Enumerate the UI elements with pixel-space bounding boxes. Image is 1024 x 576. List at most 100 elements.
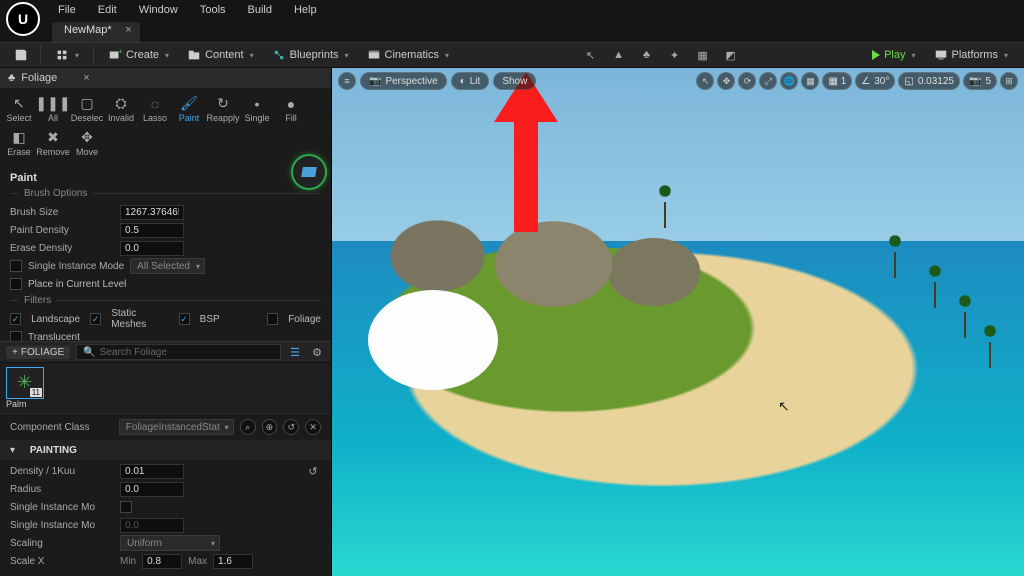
menu-edit[interactable]: Edit [88,2,127,18]
fracture-mode-icon[interactable]: ▦ [690,45,716,65]
palm-tree [962,298,968,338]
paint-density-input[interactable] [120,223,184,238]
rotate-gizmo-icon[interactable]: ⟳ [738,72,756,90]
select-gizmo-icon[interactable]: ↖ [696,72,714,90]
camera-speed-button[interactable]: 📷 5 [963,72,997,90]
scalex-min-input[interactable] [142,554,182,569]
blueprints-button[interactable]: Blueprints▾ [264,46,357,64]
mesh-paint-icon[interactable]: ✦ [662,45,688,65]
radius-input[interactable] [120,482,184,497]
viewport-menu-button[interactable]: ≡ [338,72,356,90]
content-button[interactable]: Content▾ [179,46,262,64]
show-button[interactable]: Show [493,72,536,90]
panel-title: Foliage [21,72,57,84]
menu-build[interactable]: Build [238,2,282,18]
brush-size-input[interactable] [120,205,184,220]
lit-button[interactable]: ◐Lit [451,72,490,90]
paint-properties: Paint Brush Options Brush Size Paint Den… [0,164,331,341]
tool-single[interactable]: •Single [240,92,274,126]
reset-icon[interactable]: ↺ [283,419,299,435]
perspective-button[interactable]: 📷Perspective [360,72,447,90]
main-toolbar: ▾ +Create▾ Content▾ Blueprints▾ Cinemati… [0,42,1024,68]
cinematics-label: Cinematics [385,49,439,61]
single-instance-check[interactable] [10,260,22,272]
foliage-asset-row: ✳11 Palm [0,363,331,413]
maximize-icon[interactable]: ⊞ [1000,72,1018,90]
tab-newmap[interactable]: NewMap* × [52,22,140,42]
cinematics-button[interactable]: Cinematics▾ [359,46,457,64]
painting-section-label[interactable]: PAINTING [30,445,77,456]
menu-help[interactable]: Help [284,2,327,18]
foliage-thumb-palm[interactable]: ✳11 Palm [6,367,44,409]
tool-reapply[interactable]: ↻Reapply [206,92,240,126]
viewport[interactable]: ↖ ≡ 📷Perspective ◐Lit Show ↖ ✥ ⟳ ⤢ 🌐 ▦ ▦… [332,68,1024,576]
close-icon[interactable]: × [125,24,131,36]
coord-space-icon[interactable]: 🌐 [780,72,798,90]
filter-static-check[interactable] [90,313,101,325]
scalex-max-input[interactable] [213,554,253,569]
tool-remove[interactable]: ✖Remove [36,126,70,160]
select-mode-icon[interactable]: ↖ [578,45,604,65]
single-instance-dropdown[interactable]: All Selected [130,258,205,274]
tool-fill[interactable]: ●Fill [274,92,308,126]
play-button[interactable]: Play▾ [864,47,923,63]
use-icon[interactable]: ⊕ [262,419,278,435]
menu-file[interactable]: File [48,2,86,18]
paint-brush-preview [368,290,498,390]
gear-icon[interactable]: ⚙ [309,344,325,360]
filter-bsp-check[interactable] [179,313,190,325]
reset-density-icon[interactable]: ↺ [305,463,321,479]
filter-bsp-label: BSP [200,314,220,325]
tool-select[interactable]: ↖Select [2,92,36,126]
paint-density-label: Paint Density [10,225,114,236]
place-current-check[interactable] [10,278,22,290]
tool-lasso[interactable]: ◌Lasso [138,92,172,126]
tool-invalid[interactable]: ⛭Invalid [104,92,138,126]
create-button[interactable]: +Create▾ [100,46,177,64]
filter-landscape-check[interactable] [10,313,21,325]
platforms-button[interactable]: Platforms▾ [926,46,1016,64]
single-mode-label2: Single Instance Mo [10,520,114,531]
scaling-label: Scaling [10,538,114,549]
erase-density-input[interactable] [120,241,184,256]
density-input[interactable] [120,464,184,479]
modes-button[interactable]: ▾ [47,46,87,64]
tool-deselect[interactable]: ▢Deselec [70,92,104,126]
platforms-label: Platforms [952,49,998,61]
menu-window[interactable]: Window [129,2,188,18]
foliage-type-ring[interactable] [293,156,325,188]
landscape-mode-icon[interactable]: ▲ [606,45,632,65]
brush-mode-icon[interactable]: ◩ [718,45,744,65]
grid-snap-button[interactable]: ▦ 1 [822,72,852,90]
angle-snap-button[interactable]: ∠ 30° [855,72,895,90]
component-class-dropdown[interactable]: FoliageInstancedStat [119,419,234,435]
add-foliage-button[interactable]: + FOLIAGE [6,346,70,359]
tool-paint[interactable]: 🖌Paint [172,92,206,126]
single-mode-check[interactable] [120,501,132,513]
min-label: Min [120,556,136,567]
single-mode-input [120,518,184,533]
single-mode-label: Single Instance Mo [10,502,114,513]
browse-icon[interactable]: ⌕ [240,419,256,435]
save-button[interactable] [8,45,34,65]
filter-foliage-check[interactable] [267,313,278,325]
search-foliage-input[interactable]: 🔍Search Foliage [76,344,281,360]
paint-header: Paint [10,172,321,184]
camera-icon: 📷 [369,76,381,87]
single-instance-label: Single Instance Mode [28,261,124,272]
close-panel-icon[interactable]: × [83,72,89,84]
scale-snap-button[interactable]: ◱ 0.03125 [898,72,960,90]
tool-all[interactable]: ❚❚❚All [36,92,70,126]
filter-translucent-check[interactable] [10,331,22,341]
foliage-mode-icon[interactable]: ♣ [634,45,660,65]
scaling-dropdown[interactable]: Uniform [120,535,220,551]
clear-icon[interactable]: ✕ [305,419,321,435]
translate-gizmo-icon[interactable]: ✥ [717,72,735,90]
menu-tools[interactable]: Tools [190,2,236,18]
tool-erase[interactable]: ◧Erase [2,126,36,160]
scale-gizmo-icon[interactable]: ⤢ [759,72,777,90]
unreal-logo[interactable]: U [6,2,40,36]
filter-icon[interactable]: ☰ [287,344,303,360]
tool-move[interactable]: ✥Move [70,126,104,160]
surface-snap-icon[interactable]: ▦ [801,72,819,90]
